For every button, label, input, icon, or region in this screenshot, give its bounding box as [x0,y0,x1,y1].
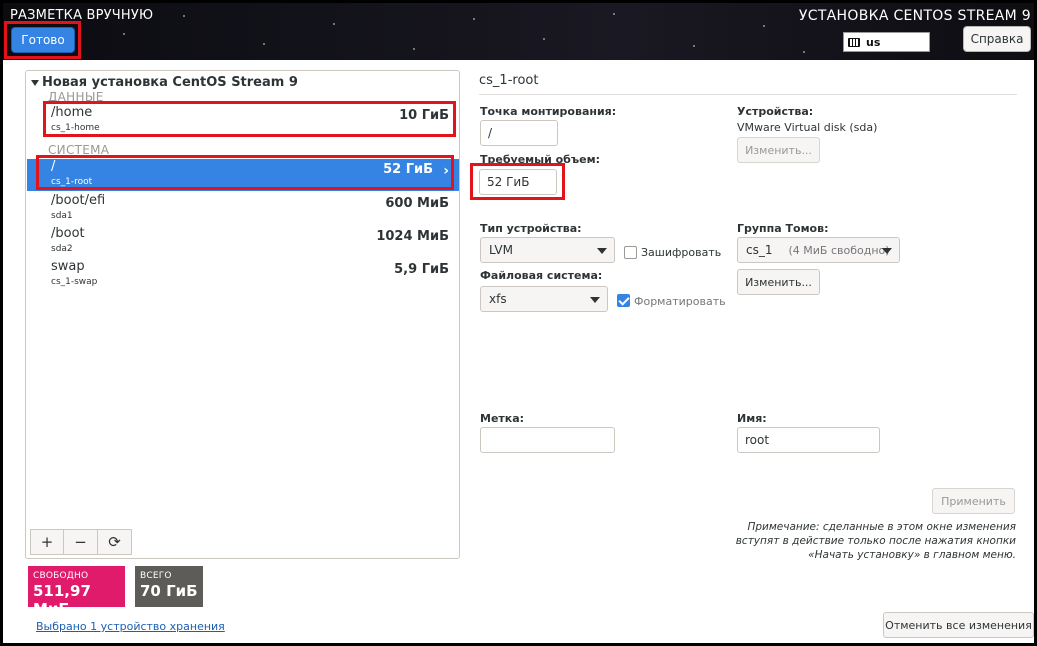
partition-device: cs_1-swap [51,277,98,287]
chevron-down-icon [590,297,600,303]
partition-toolbar: + − ⟳ [30,529,132,555]
name-label: Имя: [737,412,767,425]
done-highlight [4,21,81,59]
partition-row-boot-efi[interactable]: /boot/efi sda1 600 МиБ [27,193,459,225]
partition-size: 600 МиБ [385,196,449,211]
root-row-highlight [36,155,454,190]
total-space-value: 70 ГиБ [140,582,198,600]
volume-group-value: cs_1 [746,243,773,257]
free-space-label: СВОБОДНО [33,571,89,581]
keyboard-icon [848,37,860,47]
product-title: УСТАНОВКА CENTOS STREAM 9 [798,8,1031,24]
home-row-highlight [43,101,456,137]
window: РАЗМЕТКА ВРУЧНУЮ УСТАНОВКА CENTOS STREAM… [0,0,1037,646]
tree-root-label: Новая установка CentOS Stream 9 [42,75,298,90]
format-label: Форматировать [634,295,726,308]
details-title: cs_1-root [479,73,539,88]
partition-mount: /boot/efi [51,193,106,208]
free-space-value: 511,97 МиБ [33,582,91,618]
storage-devices-link[interactable]: Выбрано 1 устройство хранения [36,620,225,633]
name-field[interactable]: root [737,427,880,453]
encrypt-label: Зашифровать [641,246,722,259]
chevron-down-icon [882,248,892,254]
modify-devices-button[interactable]: Изменить... [737,137,820,163]
partition-row-swap[interactable]: swap cs_1-swap 5,9 ГиБ [27,259,459,291]
partition-device: sda2 [51,244,73,254]
devices-value: VMware Virtual disk (sda) [737,121,878,134]
free-space-badge: СВОБОДНО 511,97 МиБ [28,566,125,618]
partition-device: sda1 [51,211,73,221]
label-label: Метка: [480,412,525,425]
total-space-badge: ВСЕГО 70 ГиБ [135,566,203,607]
partition-size: 5,9 ГиБ [394,262,449,277]
tree-root[interactable]: Новая установка CentOS Stream 9 [31,75,298,90]
label-field[interactable] [480,427,615,453]
partition-mount: /boot [51,226,85,241]
details-divider [479,94,1017,95]
filesystem-value: xfs [489,292,507,306]
partition-mount: swap [51,259,85,274]
device-type-combo[interactable]: LVM [480,237,615,263]
keyboard-layout-indicator[interactable]: us [843,32,930,52]
volume-group-label: Группа Томов: [737,222,829,235]
capacity-highlight [470,163,565,200]
devices-label: Устройства: [737,105,814,118]
volume-group-free: (4 МиБ свободно) [788,243,890,257]
help-button[interactable]: Справка [963,26,1031,52]
apply-button[interactable]: Применить [932,488,1015,514]
remove-partition-button[interactable]: − [64,529,98,555]
volume-group-combo[interactable]: cs_1 (4 МиБ свободно) [737,237,900,263]
device-type-label: Тип устройства: [480,222,582,235]
total-space-label: ВСЕГО [140,571,172,581]
header-bar: РАЗМЕТКА ВРУЧНУЮ УСТАНОВКА CENTOS STREAM… [3,3,1034,60]
filesystem-combo[interactable]: xfs [480,286,608,312]
device-type-value: LVM [489,243,513,257]
filesystem-label: Файловая система: [480,269,603,282]
format-checkbox[interactable] [617,294,630,307]
mount-point-label: Точка монтирования: [480,105,617,118]
refresh-button[interactable]: ⟳ [98,529,132,555]
note-text: Примечание: сделанные в этом окне измене… [735,521,1016,561]
reset-all-button[interactable]: Отменить все изменения [883,612,1034,638]
mount-point-field[interactable]: / [480,120,558,146]
keyboard-layout-label: us [866,35,881,49]
chevron-down-icon [597,248,607,254]
add-partition-button[interactable]: + [30,529,64,555]
partition-row-boot[interactable]: /boot sda2 1024 МиБ [27,226,459,258]
encrypt-checkbox[interactable] [624,246,637,259]
partition-size: 1024 МиБ [376,229,449,244]
expander-icon [31,79,39,86]
partition-tree-panel: Новая установка CentOS Stream 9 ДАННЫЕ /… [25,70,460,559]
modify-volume-group-button[interactable]: Изменить... [737,269,820,295]
